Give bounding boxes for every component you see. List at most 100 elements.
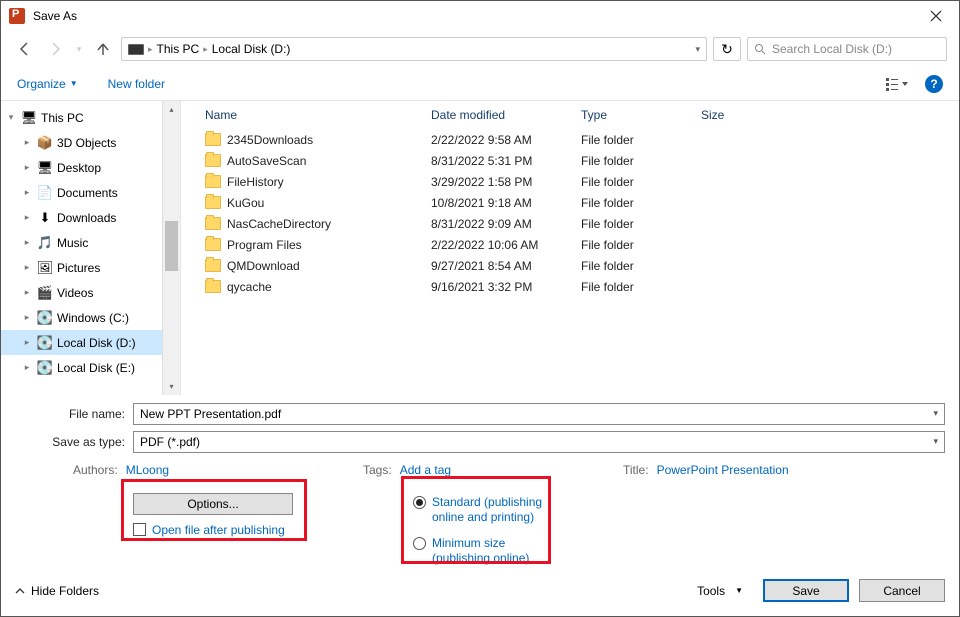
column-type[interactable]: Type bbox=[581, 108, 701, 122]
tree-node[interactable]: ▸📦3D Objects bbox=[1, 130, 180, 155]
file-row[interactable]: FileHistory3/29/2022 1:58 PMFile folder bbox=[181, 171, 959, 192]
chevron-icon[interactable]: ▸ bbox=[21, 137, 33, 148]
file-name: 2345Downloads bbox=[227, 133, 313, 147]
file-row[interactable]: qycache9/16/2021 3:32 PMFile folder bbox=[181, 276, 959, 297]
powerpoint-icon bbox=[9, 8, 25, 24]
tree-node[interactable]: ▸🖥Desktop bbox=[1, 155, 180, 180]
file-row[interactable]: Program Files2/22/2022 10:06 AMFile fold… bbox=[181, 234, 959, 255]
tree-icon: 🎬 bbox=[37, 285, 53, 301]
doc-title-value[interactable]: PowerPoint Presentation bbox=[657, 463, 789, 477]
tree-node[interactable]: ▸🎵Music bbox=[1, 230, 180, 255]
file-date: 8/31/2022 5:31 PM bbox=[431, 154, 581, 168]
chevron-icon[interactable]: ▸ bbox=[21, 337, 33, 348]
tree-label: Local Disk (D:) bbox=[57, 336, 136, 350]
chevron-icon[interactable]: ▸ bbox=[21, 187, 33, 198]
forward-button[interactable] bbox=[43, 37, 67, 61]
cancel-button[interactable]: Cancel bbox=[859, 579, 945, 602]
file-row[interactable]: 2345Downloads2/22/2022 9:58 AMFile folde… bbox=[181, 129, 959, 150]
folder-icon bbox=[205, 196, 221, 209]
tree-icon: 🎵 bbox=[37, 235, 53, 251]
new-folder-button[interactable]: New folder bbox=[108, 77, 165, 91]
tree-node[interactable]: ▸ 💽 Local Disk (D:) bbox=[1, 330, 180, 355]
file-type: File folder bbox=[581, 175, 701, 189]
column-name[interactable]: Name bbox=[181, 108, 431, 122]
file-row[interactable]: NasCacheDirectory8/31/2022 9:09 AMFile f… bbox=[181, 213, 959, 234]
chevron-icon[interactable]: ▸ bbox=[21, 362, 33, 373]
tags-label: Tags: bbox=[363, 463, 392, 477]
savetype-label: Save as type: bbox=[15, 435, 133, 449]
tags-value[interactable]: Add a tag bbox=[400, 463, 451, 477]
file-name: FileHistory bbox=[227, 175, 284, 189]
chevron-icon[interactable]: ▸ bbox=[21, 162, 33, 173]
tree-icon: 📄 bbox=[37, 185, 53, 201]
authors-value[interactable]: MLoong bbox=[126, 463, 169, 477]
file-date: 9/16/2021 3:32 PM bbox=[431, 280, 581, 294]
tree-node[interactable]: ▸🎬Videos bbox=[1, 280, 180, 305]
tree-label: Pictures bbox=[57, 261, 100, 275]
file-row[interactable]: KuGou10/8/2021 9:18 AMFile folder bbox=[181, 192, 959, 213]
file-name: QMDownload bbox=[227, 259, 300, 273]
savetype-dropdown[interactable]: PDF (*.pdf) ▾ bbox=[133, 431, 945, 453]
hide-folders-button[interactable]: Hide Folders bbox=[15, 584, 99, 598]
tree-label: Documents bbox=[57, 186, 118, 200]
back-button[interactable] bbox=[13, 37, 37, 61]
filename-input[interactable]: New PPT Presentation.pdf ▾ bbox=[133, 403, 945, 425]
help-button[interactable]: ? bbox=[925, 75, 943, 93]
breadcrumb-current[interactable]: Local Disk (D:) bbox=[212, 42, 291, 56]
folder-tree[interactable]: ▴ ▾ ▾🖥This PC▸📦3D Objects▸🖥Desktop▸📄Docu… bbox=[1, 101, 181, 395]
optimize-minimum-label[interactable]: Minimum size (publishing online) bbox=[432, 536, 553, 567]
authors-label: Authors: bbox=[73, 463, 118, 477]
file-row[interactable]: AutoSaveScan8/31/2022 5:31 PMFile folder bbox=[181, 150, 959, 171]
dropdown-icon[interactable]: ▾ bbox=[933, 408, 938, 419]
tree-node[interactable]: ▸ 📄 Documents bbox=[1, 180, 180, 205]
optimize-minimum-radio[interactable] bbox=[413, 537, 426, 550]
address-bar[interactable]: ▸ This PC ▸ Local Disk (D:) ▾ bbox=[121, 37, 707, 61]
optimize-standard-radio[interactable] bbox=[413, 496, 426, 509]
options-button[interactable]: Options... bbox=[133, 493, 293, 515]
chevron-icon[interactable]: ▸ bbox=[21, 312, 33, 323]
optimize-standard-label[interactable]: Standard (publishing online and printing… bbox=[432, 495, 553, 526]
save-button[interactable]: Save bbox=[763, 579, 849, 602]
close-button[interactable] bbox=[913, 1, 959, 31]
recent-dropdown-icon[interactable]: ▾ bbox=[73, 37, 85, 61]
tree-node[interactable]: ▸💽Windows (C:) bbox=[1, 305, 180, 330]
scroll-up-icon[interactable]: ▴ bbox=[163, 101, 180, 118]
tree-node[interactable]: ▸⬇Downloads bbox=[1, 205, 180, 230]
chevron-icon[interactable]: ▸ bbox=[21, 237, 33, 248]
open-after-checkbox[interactable] bbox=[133, 523, 146, 536]
file-type: File folder bbox=[581, 217, 701, 231]
filename-label: File name: bbox=[15, 407, 133, 421]
file-type: File folder bbox=[581, 196, 701, 210]
chevron-icon[interactable]: ▸ bbox=[21, 287, 33, 298]
up-button[interactable] bbox=[91, 37, 115, 61]
view-options-button[interactable] bbox=[883, 74, 911, 94]
chevron-icon[interactable]: ▾ bbox=[5, 112, 17, 123]
open-after-label[interactable]: Open file after publishing bbox=[152, 523, 285, 537]
dropdown-icon[interactable]: ▾ bbox=[933, 436, 938, 447]
chevron-icon[interactable]: ▸ bbox=[21, 262, 33, 273]
file-date: 2/22/2022 9:58 AM bbox=[431, 133, 581, 147]
file-date: 2/22/2022 10:06 AM bbox=[431, 238, 581, 252]
file-list[interactable]: 2345Downloads 2/22/2022 9:58 AM File folde… bbox=[181, 129, 959, 395]
refresh-button[interactable]: ↻ bbox=[713, 37, 741, 61]
tree-node[interactable]: ▾🖥This PC bbox=[1, 105, 180, 130]
tree-node[interactable]: ▸💽Local Disk (E:) bbox=[1, 355, 180, 380]
file-date: 10/8/2021 9:18 AM bbox=[431, 196, 581, 210]
chevron-icon[interactable]: ▸ bbox=[21, 212, 33, 223]
search-input[interactable]: Search Local Disk (D:) bbox=[747, 37, 947, 61]
tree-icon: 🖼 bbox=[37, 260, 53, 276]
organize-dropdown[interactable]: Organize▼ bbox=[17, 77, 78, 91]
tree-node[interactable]: ▸ 🖼 Pictures bbox=[1, 255, 180, 280]
scrollbar-thumb[interactable] bbox=[165, 221, 178, 271]
address-dropdown-icon[interactable]: ▾ bbox=[695, 44, 700, 55]
column-date[interactable]: Date modified bbox=[431, 108, 581, 122]
breadcrumb-this-pc[interactable]: This PC bbox=[157, 42, 200, 56]
tree-icon: 💽 bbox=[37, 335, 53, 351]
folder-icon bbox=[205, 217, 221, 230]
tools-dropdown[interactable]: Tools▼ bbox=[697, 584, 743, 598]
column-size[interactable]: Size bbox=[701, 108, 781, 122]
scroll-down-icon[interactable]: ▾ bbox=[163, 378, 180, 395]
chevron-right-icon: ▸ bbox=[148, 44, 153, 55]
file-row[interactable]: QMDownload9/27/2021 8:54 AMFile folder bbox=[181, 255, 959, 276]
file-name: qycache bbox=[227, 280, 272, 294]
